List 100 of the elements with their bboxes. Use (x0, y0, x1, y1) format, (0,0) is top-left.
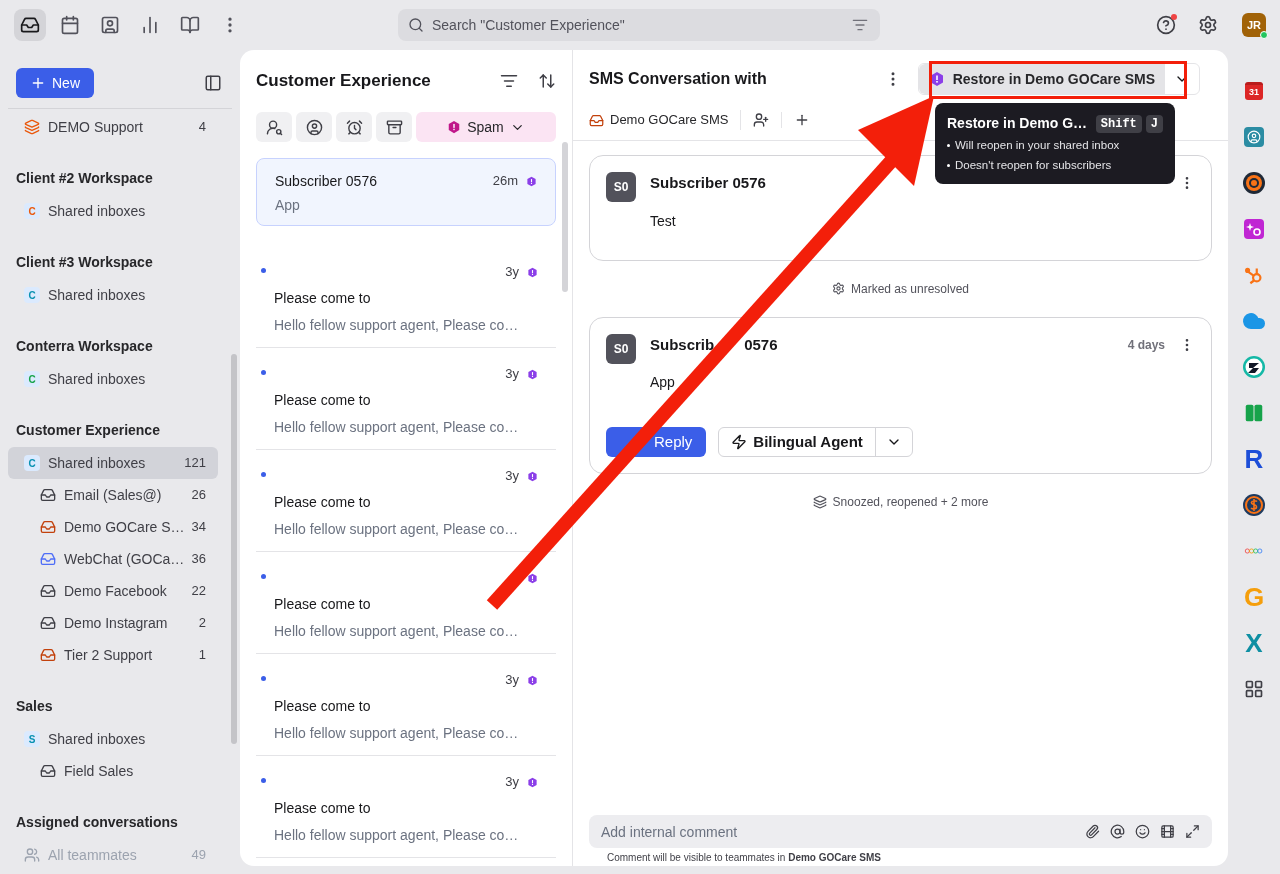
conversation-subject: Please come to (274, 595, 372, 614)
item-count: 4 (198, 118, 206, 137)
sidebar-item[interactable]: C Shared inboxes (8, 363, 218, 395)
emoji-icon[interactable] (1135, 824, 1150, 839)
help-icon[interactable] (1156, 15, 1176, 35)
sidebar-item[interactable]: S Shared inboxes (8, 723, 218, 755)
sender-avatar: S0 (606, 172, 636, 202)
conversation-time: 3y (505, 263, 519, 282)
item-label: Demo Instagram (64, 613, 169, 633)
conversation-item[interactable]: Subscriber 0576 26m App (256, 158, 556, 226)
inbox-icon (589, 112, 604, 128)
inbox-tag[interactable]: Demo GOCare SMS (589, 110, 742, 130)
item-count: 26 (191, 486, 206, 505)
book-app-icon[interactable] (1243, 402, 1265, 424)
conversation-preview: Hello fellow support agent, Please co… (274, 520, 520, 539)
scrollbar[interactable] (562, 142, 568, 292)
item-count: 36 (191, 550, 206, 569)
section-heading: Customer Experience (15, 421, 161, 440)
sidebar-item[interactable]: Tier 2 Support 1 (8, 639, 218, 671)
filter-icon[interactable] (500, 72, 518, 90)
stack-icon (812, 495, 827, 509)
sidebar-item[interactable]: C Shared inboxes (8, 279, 218, 311)
section-heading: Sales (15, 697, 54, 716)
calendar-app-icon[interactable]: 31 (1245, 82, 1263, 100)
item-label: WebChat (GOCa… (64, 549, 186, 569)
snoozed-button[interactable] (336, 112, 372, 142)
status-dropdown[interactable]: Spam (416, 112, 556, 142)
conversation-time: 3y (505, 467, 519, 486)
scrollbar[interactable] (231, 354, 237, 744)
comment-field[interactable]: Add internal comment (589, 815, 1212, 848)
message-body: Test (650, 211, 677, 231)
mention-icon[interactable] (1110, 824, 1125, 839)
ring-app-icon[interactable] (1242, 171, 1266, 195)
message-time: 4 days (1127, 336, 1165, 354)
item-count: 2 (198, 614, 206, 633)
workspace-badge: C (24, 371, 40, 387)
workspace-badge: S (24, 731, 40, 747)
spam-icon (527, 266, 538, 278)
spam-icon (527, 572, 538, 584)
archive-icon (385, 118, 403, 136)
expand-icon[interactable] (1185, 824, 1200, 839)
badge-app-icon[interactable] (1242, 355, 1266, 379)
conversation-item[interactable]: 3y Please come to Hello fellow support agent, Please co… (256, 654, 556, 756)
conversation-item[interactable]: Please come to Hello fellow support agent, Please co… (256, 552, 556, 654)
sidebar-item[interactable]: Demo Instagram 2 (8, 607, 218, 639)
restore-button[interactable]: Restore in Demo GOCare SMS (918, 64, 1165, 94)
item-count: 34 (191, 518, 206, 537)
spam-icon (526, 175, 537, 187)
item-count: 1 (198, 646, 206, 665)
assign-icon[interactable] (753, 112, 770, 128)
settings-icon[interactable] (1198, 15, 1218, 35)
sidebar-item[interactable]: WebChat (GOCa… 36 (8, 543, 218, 575)
section-heading: Assigned conversations (15, 813, 179, 832)
item-label: Shared inboxes (48, 201, 147, 221)
tooltip-line: Will reopen in your shared inbox (955, 138, 1120, 153)
spam-icon (527, 776, 538, 788)
item-label: Field Sales (64, 761, 135, 781)
contacts-app-icon[interactable] (1244, 127, 1264, 147)
attach-icon[interactable] (1085, 824, 1100, 839)
section-heading: Client #2 Workspace (15, 169, 154, 188)
lightning-icon (731, 434, 748, 450)
sidebar-item[interactable]: DEMO Support 4 (8, 111, 218, 143)
sparkle-app-icon[interactable] (1244, 219, 1264, 239)
conversation-item[interactable]: 3y Please come to Hello fellow support agent, Please co… (256, 246, 556, 348)
apps-grid-icon[interactable] (1244, 679, 1264, 699)
coin-app-icon[interactable] (1242, 493, 1266, 517)
tooltip-title: Restore in Demo G… (947, 114, 1089, 133)
message-author: Subscriber 0576 (650, 173, 766, 193)
conversation-item[interactable]: 3y Please come to Hello fellow support agent, Please co… (256, 450, 556, 552)
conversation-time: 3y (505, 671, 519, 690)
sidebar-item[interactable]: Demo GOCare S… 34 (8, 511, 218, 543)
conversation-time: 3y (505, 773, 519, 792)
sidebar-toggle-icon[interactable] (204, 74, 222, 92)
sidebar-item[interactable]: Demo Facebook 22 (8, 575, 218, 607)
conversation-item[interactable]: 3y Please come to Hello fellow support agent, Please co… (256, 348, 556, 450)
conversation-preview: Hello fellow support agent, Please co… (274, 622, 520, 641)
item-label: Demo GOCare S… (64, 517, 186, 537)
letter-app-icon[interactable]: R (1244, 446, 1264, 472)
inbox-icon[interactable] (14, 9, 46, 41)
gif-icon[interactable] (1160, 824, 1175, 839)
sidebar-item[interactable]: Email (Sales@) 26 (8, 479, 218, 511)
unassigned-button[interactable] (256, 112, 292, 142)
item-label: Demo Facebook (64, 581, 168, 601)
conversation-title: SMS Conversation with (589, 69, 768, 89)
new-button[interactable]: New (16, 68, 94, 98)
section-heading: Client #3 Workspace (15, 253, 154, 272)
message-author: 0576 (744, 334, 778, 355)
sidebar-item[interactable]: C Shared inboxes (8, 195, 218, 227)
item-count: 121 (184, 454, 206, 473)
conversation-subject: Please come to (274, 391, 372, 410)
search-field[interactable]: Search "Customer Experience" (398, 9, 880, 41)
mine-button[interactable] (296, 112, 332, 142)
conversation-item[interactable]: 3y Please come to Hello fellow support agent, Please co… (256, 756, 556, 858)
sidebar-item[interactable]: C Shared inboxes 121 (8, 447, 218, 479)
conversation-preview: Hello fellow support agent, Please co… (274, 724, 520, 743)
conversation-preview: Hello fellow support agent, Please co… (274, 826, 520, 845)
sidebar-item[interactable]: Field Sales (8, 755, 218, 787)
user-avatar[interactable]: JR (1242, 13, 1266, 37)
sort-icon[interactable] (538, 72, 556, 90)
archive-button[interactable] (376, 112, 412, 142)
